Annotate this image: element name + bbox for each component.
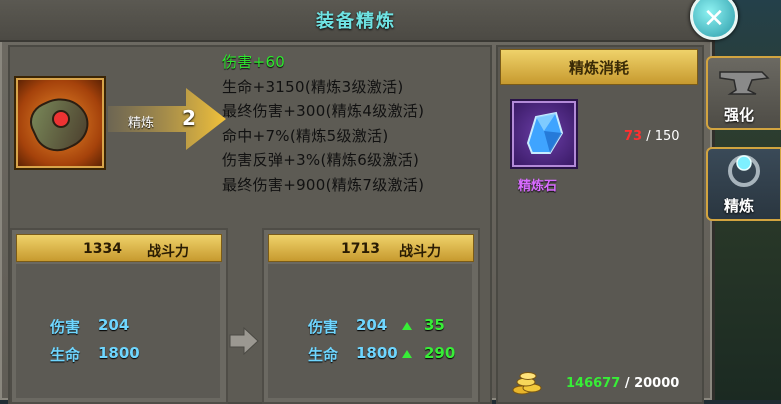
current-power-label: 战斗力	[147, 244, 189, 260]
bonus-line: 最终伤害+900(精炼7级激活)	[222, 175, 425, 194]
stat-value-hp: 1800	[98, 344, 140, 362]
stat-name-damage: 伤害	[308, 318, 339, 336]
gauntlet-gem	[52, 110, 70, 128]
gold-coins-icon	[512, 372, 542, 395]
title-bar: 装备精炼	[0, 0, 712, 42]
refine-bonus-list: 伤害+60 生命+3150(精炼3级激活) 最终伤害+300(精炼4级激活) 命…	[222, 50, 424, 197]
increase-arrow-icon	[402, 322, 412, 330]
refine-window: 装备精炼 精炼消耗 精炼 2 伤害+60 生命+3150(精炼3级激活) 最终伤…	[0, 0, 715, 404]
refining-stone-icon[interactable]	[512, 101, 576, 167]
current-power-header: 1334 战斗力	[16, 234, 222, 262]
tab-refine[interactable]: 精炼	[706, 147, 781, 221]
material-name: 精炼石	[518, 179, 558, 194]
current-power-value: 1334	[83, 241, 122, 257]
gold-count: 146677 / 20000	[566, 376, 679, 391]
refined-power-label: 战斗力	[399, 244, 441, 260]
stat-name-damage: 伤害	[50, 318, 81, 336]
crystal-shape	[526, 111, 564, 154]
refine-arrow-label: 精炼	[128, 116, 155, 131]
refined-stats-card: 1713 战斗力 伤害 204 35 生命 1800 290	[262, 228, 480, 404]
material-need: / 150	[646, 129, 680, 144]
stat-increase-hp: 290	[424, 344, 456, 362]
stat-value-hp: 1800	[356, 344, 398, 362]
current-stats-card: 1334 战斗力 伤害 204 生命 1800	[10, 228, 228, 404]
gold-need: / 20000	[624, 376, 680, 391]
stat-name-hp: 生命	[308, 346, 339, 364]
cost-panel: 精炼消耗	[496, 45, 704, 404]
material-count: 73 / 150	[624, 129, 680, 144]
window-title: 装备精炼	[316, 11, 396, 32]
equipment-gauntlet-icon[interactable]	[16, 78, 104, 168]
refined-power-value: 1713	[341, 241, 380, 257]
refined-power-header: 1713 战斗力	[268, 234, 474, 262]
refine-level: 2	[182, 106, 196, 130]
bonus-line: 最终伤害+300(精炼4级激活)	[222, 102, 425, 120]
stat-value-damage: 204	[356, 316, 388, 334]
current-stats-body: 伤害 204 生命 1800	[16, 264, 220, 398]
bonus-line: 命中+7%(精炼5级激活)	[222, 126, 389, 145]
increase-arrow-icon	[402, 350, 412, 358]
stat-name-hp: 生命	[50, 346, 81, 364]
refine-arrow-icon	[108, 88, 226, 150]
material-have: 73	[624, 129, 643, 144]
close-icon: ✕	[703, 4, 725, 34]
tab-refine-label: 精炼	[724, 197, 755, 215]
tab-enhance-label: 强化	[724, 106, 755, 124]
refine-orb-icon	[728, 155, 760, 187]
bonus-line: 伤害+60	[222, 53, 286, 71]
refined-stats-body: 伤害 204 35 生命 1800 290	[268, 264, 472, 398]
compare-arrow-icon	[229, 326, 259, 356]
stat-increase-damage: 35	[424, 316, 445, 334]
tab-enhance[interactable]: 强化	[706, 56, 781, 130]
bonus-line: 生命+3150(精炼3级激活)	[222, 77, 404, 96]
cost-header: 精炼消耗	[500, 49, 698, 85]
bonus-line: 伤害反弹+3%(精炼6级激活)	[222, 151, 420, 169]
anvil-icon	[719, 71, 770, 95]
gold-have: 146677	[566, 376, 621, 391]
stat-value-damage: 204	[98, 316, 130, 334]
